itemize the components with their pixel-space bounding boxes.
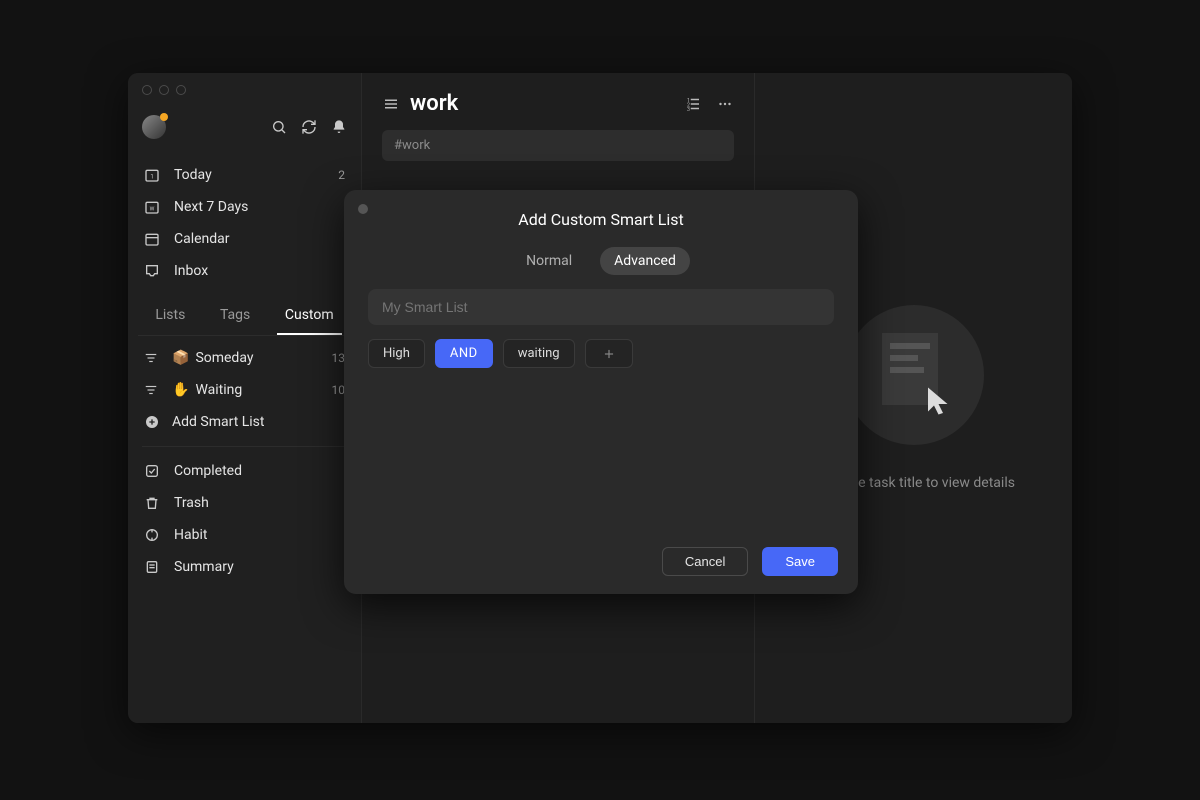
filter-icon bbox=[144, 383, 162, 397]
window-zoom-icon[interactable] bbox=[176, 85, 186, 95]
menu-icon[interactable] bbox=[382, 95, 400, 113]
list-count: 13 bbox=[332, 351, 346, 365]
sidebar-item-next7[interactable]: W Next 7 Days bbox=[128, 191, 361, 223]
sidebar-nav: 1 Today 2 W Next 7 Days Calendar bbox=[128, 159, 361, 287]
svg-text:1: 1 bbox=[150, 173, 153, 180]
sidebar-item-trash[interactable]: Trash bbox=[128, 487, 361, 519]
modal-body: High AND waiting bbox=[344, 275, 858, 368]
chip-high[interactable]: High bbox=[368, 339, 425, 368]
sidebar-item-label: Calendar bbox=[174, 231, 230, 247]
window-minimize-icon[interactable] bbox=[159, 85, 169, 95]
avatar[interactable] bbox=[142, 115, 166, 139]
inbox-icon bbox=[144, 263, 162, 279]
sidebar-item-completed[interactable]: Completed bbox=[128, 455, 361, 487]
save-button[interactable]: Save bbox=[762, 547, 838, 576]
summary-icon bbox=[144, 559, 162, 575]
check-icon bbox=[144, 463, 162, 479]
plus-circle-icon bbox=[144, 414, 162, 430]
sidebar-item-habit[interactable]: Habit bbox=[128, 519, 361, 551]
sidebar-item-label: Today bbox=[174, 167, 212, 183]
sidebar-item-summary[interactable]: Summary bbox=[128, 551, 361, 583]
sidebar-item-label: Completed bbox=[174, 463, 242, 479]
tab-custom[interactable]: Custom bbox=[277, 301, 342, 335]
bell-icon[interactable] bbox=[331, 119, 347, 135]
sidebar-item-inbox[interactable]: Inbox bbox=[128, 255, 361, 287]
modal-tabs: Normal Advanced bbox=[344, 247, 858, 275]
sidebar-bottom: Completed Trash Habit Summary bbox=[128, 455, 361, 583]
modal-footer: Cancel Save bbox=[344, 533, 858, 594]
tag-filter-pill[interactable]: #work bbox=[382, 130, 734, 161]
cancel-button[interactable]: Cancel bbox=[662, 547, 748, 576]
add-smart-list[interactable]: Add Smart List bbox=[128, 406, 361, 438]
sidebar-tabs: Lists Tags Custom bbox=[138, 301, 351, 336]
chip-add[interactable] bbox=[585, 339, 633, 368]
more-icon[interactable] bbox=[716, 95, 734, 113]
window-close-icon[interactable] bbox=[142, 85, 152, 95]
filter-icon bbox=[144, 351, 162, 365]
custom-list-someday[interactable]: 📦 Someday 13 bbox=[128, 342, 361, 374]
tab-lists[interactable]: Lists bbox=[147, 301, 193, 335]
tab-normal[interactable]: Normal bbox=[512, 247, 586, 275]
sidebar-item-label: Inbox bbox=[174, 263, 208, 279]
list-emoji: ✋ bbox=[172, 382, 189, 398]
calendar-icon bbox=[144, 231, 162, 247]
sort-icon[interactable]: 123 bbox=[684, 95, 702, 113]
empty-illustration bbox=[844, 305, 984, 445]
tab-tags[interactable]: Tags bbox=[212, 301, 258, 335]
window-controls bbox=[142, 85, 186, 95]
page-title: work bbox=[410, 91, 458, 116]
sidebar-item-count: 2 bbox=[338, 168, 345, 182]
modal-title: Add Custom Smart List bbox=[344, 210, 858, 229]
trash-icon bbox=[144, 495, 162, 511]
add-smart-list-modal: Add Custom Smart List Normal Advanced Hi… bbox=[344, 190, 858, 594]
list-label: Someday bbox=[195, 350, 253, 366]
filter-chips: High AND waiting bbox=[368, 339, 834, 368]
sidebar-item-label: Summary bbox=[174, 559, 234, 575]
svg-text:W: W bbox=[150, 206, 155, 212]
search-icon[interactable] bbox=[271, 119, 287, 135]
calendar-week-icon: W bbox=[144, 199, 162, 215]
sidebar-item-label: Habit bbox=[174, 527, 207, 543]
sidebar-item-label: Trash bbox=[174, 495, 209, 511]
content-header: work 123 bbox=[382, 91, 734, 116]
smart-list-name-input[interactable] bbox=[368, 289, 834, 325]
list-emoji: 📦 bbox=[172, 350, 189, 366]
calendar-today-icon: 1 bbox=[144, 167, 162, 183]
sidebar-item-calendar[interactable]: Calendar bbox=[128, 223, 361, 255]
chip-and[interactable]: AND bbox=[435, 339, 493, 368]
list-count: 10 bbox=[332, 383, 346, 397]
chip-waiting[interactable]: waiting bbox=[503, 339, 575, 368]
cursor-icon bbox=[922, 383, 958, 419]
tab-advanced[interactable]: Advanced bbox=[600, 247, 690, 275]
sidebar: 1 Today 2 W Next 7 Days Calendar bbox=[128, 73, 362, 723]
plus-icon bbox=[602, 347, 616, 361]
target-icon bbox=[144, 527, 162, 543]
sidebar-item-label: Next 7 Days bbox=[174, 199, 248, 215]
add-smart-list-label: Add Smart List bbox=[172, 414, 265, 430]
custom-lists: 📦 Someday 13 ✋ Waiting 10 Add Smart List bbox=[128, 342, 361, 438]
list-label: Waiting bbox=[195, 382, 242, 398]
sidebar-item-today[interactable]: 1 Today 2 bbox=[128, 159, 361, 191]
sync-icon[interactable] bbox=[301, 119, 317, 135]
svg-text:3: 3 bbox=[687, 106, 690, 112]
divider bbox=[142, 446, 347, 447]
custom-list-waiting[interactable]: ✋ Waiting 10 bbox=[128, 374, 361, 406]
sidebar-header bbox=[128, 109, 361, 149]
modal-close-icon[interactable] bbox=[358, 204, 368, 214]
